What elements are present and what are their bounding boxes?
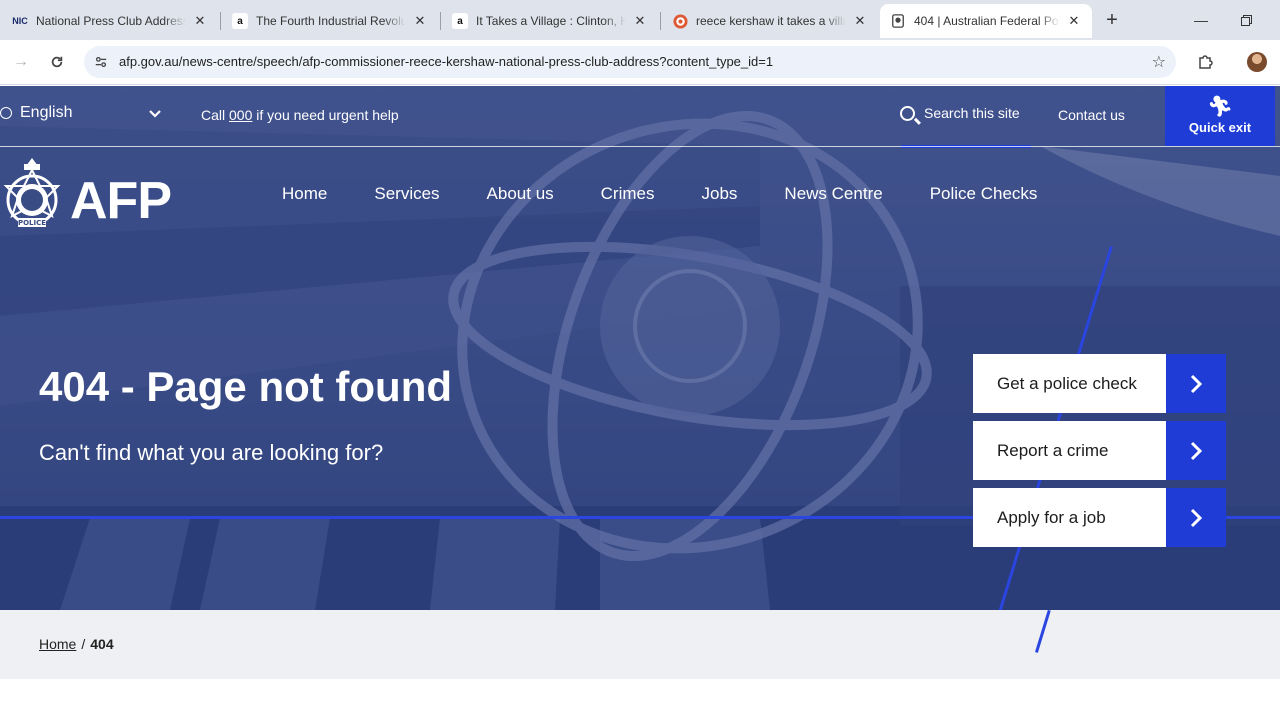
tab-title: National Press Club Address bbox=[36, 14, 186, 28]
browser-tab[interactable]: a It Takes a Village : Clinton, H ✕ bbox=[442, 4, 658, 38]
tab-title: reece kershaw it takes a village bbox=[696, 14, 846, 28]
amazon-favicon-icon: a bbox=[232, 13, 248, 29]
nav-item-home[interactable]: Home bbox=[282, 184, 327, 204]
browser-toolbar: → afp.gov.au/news-centre/speech/afp-comm… bbox=[0, 40, 1280, 85]
breadcrumb-home-link[interactable]: Home bbox=[39, 636, 76, 652]
tab-separator bbox=[660, 12, 661, 30]
main-navigation: Home Services About us Crimes Jobs News … bbox=[282, 184, 1084, 204]
nav-item-crimes[interactable]: Crimes bbox=[601, 184, 655, 204]
search-label: Search this site bbox=[924, 105, 1020, 121]
tab-title: 404 | Australian Federal Police bbox=[914, 14, 1060, 28]
reload-button[interactable] bbox=[43, 48, 71, 76]
afp-tab-icon bbox=[890, 13, 906, 29]
nav-item-jobs[interactable]: Jobs bbox=[702, 184, 738, 204]
breadcrumb: Home /404 bbox=[39, 636, 114, 652]
address-bar[interactable]: afp.gov.au/news-centre/speech/afp-commis… bbox=[84, 46, 1176, 78]
breadcrumb-separator: / bbox=[81, 636, 86, 652]
search-icon bbox=[900, 105, 915, 121]
tab-separator bbox=[440, 12, 441, 30]
tab-separator bbox=[220, 12, 221, 30]
url-text: afp.gov.au/news-centre/speech/afp-commis… bbox=[119, 54, 774, 69]
afp-badge-icon: POLICE bbox=[3, 158, 61, 227]
restore-button[interactable] bbox=[1226, 6, 1266, 34]
nav-item-about-us[interactable]: About us bbox=[487, 184, 554, 204]
chevron-right-icon bbox=[1166, 354, 1226, 413]
close-tab-icon[interactable]: ✕ bbox=[632, 13, 648, 29]
chevron-right-icon bbox=[1166, 488, 1226, 547]
urgent-help-notice: Call 000 if you need urgent help bbox=[201, 107, 399, 123]
cta-label: Apply for a job bbox=[973, 488, 1166, 547]
close-tab-icon[interactable]: ✕ bbox=[1066, 13, 1082, 29]
urgent-prefix: Call bbox=[201, 107, 230, 123]
browser-tab-active[interactable]: 404 | Australian Federal Police ✕ bbox=[880, 4, 1092, 38]
search-site-button[interactable]: Search this site bbox=[900, 105, 1020, 121]
quick-exit-button[interactable]: 🏃︎ Quick exit bbox=[1165, 86, 1275, 146]
nav-item-news-centre[interactable]: News Centre bbox=[784, 184, 882, 204]
cta-label: Get a police check bbox=[973, 354, 1166, 413]
contact-us-link[interactable]: Contact us bbox=[1058, 107, 1125, 123]
language-label: English bbox=[20, 104, 73, 121]
globe-icon bbox=[0, 107, 12, 119]
browser-tab[interactable]: NIC National Press Club Address ✕ bbox=[2, 4, 218, 38]
breadcrumb-current: 404 bbox=[90, 636, 114, 652]
browser-tab[interactable]: reece kershaw it takes a village ✕ bbox=[662, 4, 878, 38]
afp-wordmark: AFP bbox=[70, 172, 172, 230]
nav-item-police-checks[interactable]: Police Checks bbox=[930, 184, 1038, 204]
page-title: 404 - Page not found bbox=[39, 363, 453, 410]
cta-label: Report a crime bbox=[973, 421, 1166, 480]
cta-apply-job[interactable]: Apply for a job bbox=[973, 488, 1226, 547]
site-settings-icon[interactable] bbox=[92, 53, 110, 71]
utility-bar: English Call 000 if you need urgent help… bbox=[0, 86, 1280, 148]
new-tab-button[interactable]: + bbox=[1100, 8, 1124, 32]
chevron-down-icon bbox=[148, 106, 162, 122]
tab-title: The Fourth Industrial Revolution bbox=[256, 14, 406, 28]
browser-tab-strip: NIC National Press Club Address ✕ a The … bbox=[0, 0, 1280, 40]
bookmark-star-icon[interactable]: ☆ bbox=[1152, 52, 1166, 72]
close-tab-icon[interactable]: ✕ bbox=[412, 13, 428, 29]
urgent-suffix: if you need urgent help bbox=[252, 107, 399, 123]
close-tab-icon[interactable]: ✕ bbox=[852, 13, 868, 29]
quick-exit-label: Quick exit bbox=[1188, 120, 1252, 135]
running-person-icon: 🏃︎ bbox=[1207, 96, 1233, 118]
svg-text:POLICE: POLICE bbox=[18, 219, 46, 227]
amazon-favicon-icon: a bbox=[452, 13, 468, 29]
afp-logo[interactable]: POLICE AFP bbox=[0, 156, 172, 246]
minimize-button[interactable]: — bbox=[1181, 6, 1221, 34]
page-subtitle: Can't find what you are looking for? bbox=[39, 440, 384, 465]
emergency-number-link[interactable]: 000 bbox=[229, 107, 252, 123]
chevron-right-icon bbox=[1166, 421, 1226, 480]
cta-police-check[interactable]: Get a police check bbox=[973, 354, 1226, 413]
tab-title: It Takes a Village : Clinton, H bbox=[476, 14, 626, 28]
profile-avatar[interactable] bbox=[1247, 52, 1267, 72]
nic-favicon-icon: NIC bbox=[12, 16, 28, 26]
utility-divider bbox=[0, 146, 1280, 147]
nav-item-services[interactable]: Services bbox=[374, 184, 439, 204]
forward-button[interactable]: → bbox=[7, 48, 35, 76]
browser-tab[interactable]: a The Fourth Industrial Revolution ✕ bbox=[222, 4, 438, 38]
hero-banner: English Call 000 if you need urgent help… bbox=[0, 86, 1280, 610]
language-selector[interactable]: English bbox=[0, 104, 161, 122]
cta-report-crime[interactable]: Report a crime bbox=[973, 421, 1226, 480]
close-tab-icon[interactable]: ✕ bbox=[192, 13, 208, 29]
extensions-puzzle-icon[interactable] bbox=[1194, 50, 1216, 72]
duckduckgo-icon bbox=[672, 13, 688, 29]
breadcrumb-bar: Home /404 bbox=[0, 610, 1280, 679]
